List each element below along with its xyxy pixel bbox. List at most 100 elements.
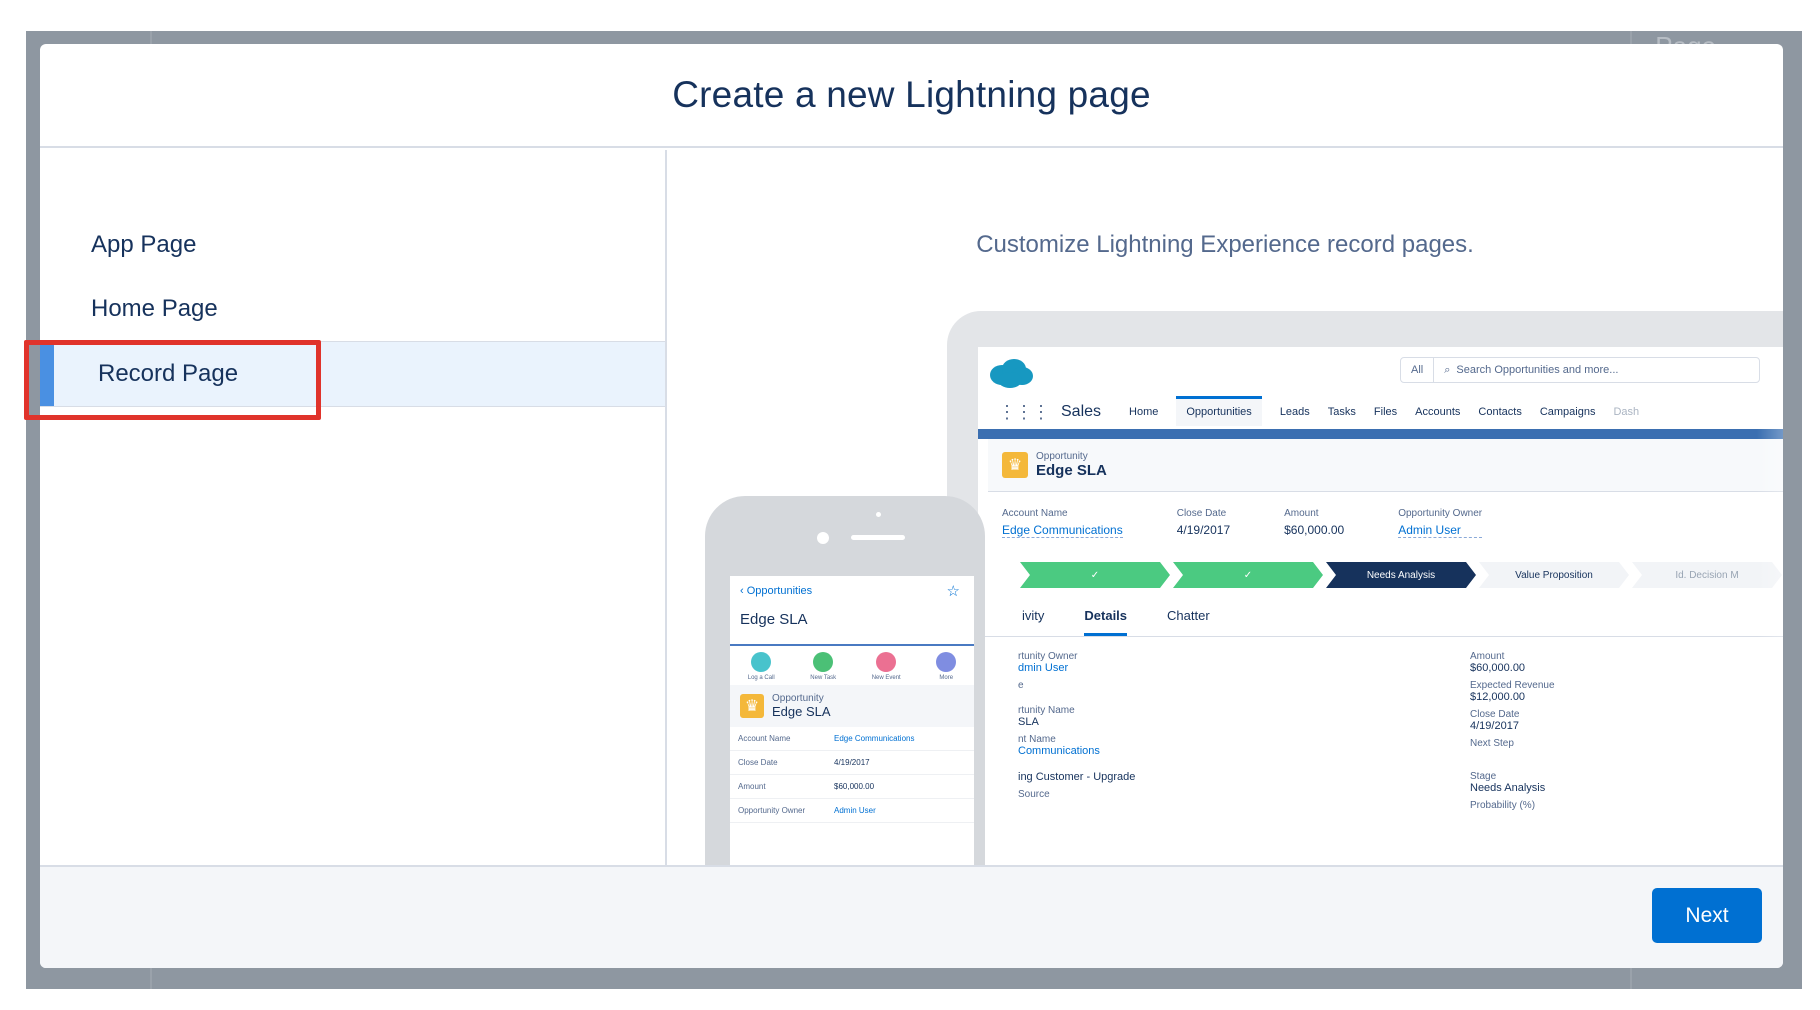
desktop-banner bbox=[978, 429, 1783, 439]
field-value: 4/19/2017 bbox=[1176, 523, 1231, 537]
new-event-icon bbox=[876, 652, 897, 672]
path-step-current: Needs Analysis bbox=[1326, 562, 1476, 588]
desktop-screen: All ⌕ Search Opportunities and more... ⋮… bbox=[978, 347, 1783, 865]
log-call-icon bbox=[751, 652, 772, 672]
field-value: $60,000.00 bbox=[1284, 523, 1345, 537]
field-label: nt Name bbox=[1018, 734, 1056, 745]
field-value: $60,000.00 bbox=[834, 782, 875, 791]
page-type-preview: Customize Lightning Experience record pa… bbox=[667, 150, 1783, 865]
highlight-field: Account Name Edge Communications bbox=[1002, 508, 1123, 538]
phone-action-new-event: New Event bbox=[872, 652, 901, 681]
detail-field: Next Step bbox=[1470, 738, 1670, 749]
next-button[interactable]: Next bbox=[1652, 888, 1762, 943]
nav-tab: Tasks bbox=[1327, 406, 1356, 418]
page-type-home-page[interactable]: Home Page bbox=[40, 276, 665, 342]
desktop-fade-overlay bbox=[1757, 347, 1783, 865]
nav-tab: Leads bbox=[1279, 406, 1310, 418]
field-label: Account Name bbox=[1002, 508, 1068, 519]
field-value: 4/19/2017 bbox=[834, 758, 870, 767]
desktop-detail-fields: rtunity Owner dmin User e rtunity Name SLA… bbox=[978, 637, 1783, 837]
nav-tab: Home bbox=[1129, 406, 1159, 418]
nav-tab: Contacts bbox=[1478, 406, 1522, 418]
detail-field: rtunity Owner dmin User bbox=[1018, 651, 1438, 674]
modal-header: Create a new Lightning page bbox=[40, 44, 1783, 148]
field-value: ing Customer - Upgrade bbox=[1018, 771, 1136, 783]
field-value: $12,000.00 bbox=[1470, 691, 1526, 703]
app-launcher-icon: ⋮⋮⋮ bbox=[998, 401, 1050, 422]
field-value: dmin User bbox=[1018, 662, 1069, 674]
detail-field: ing Customer - Upgrade bbox=[1018, 771, 1438, 783]
modal-title: Create a new Lightning page bbox=[672, 74, 1151, 115]
detail-field: Source bbox=[1018, 789, 1438, 800]
desktop-record-header: ♛ Opportunity Edge SLA bbox=[988, 439, 1783, 492]
record-name: Edge SLA bbox=[772, 704, 831, 719]
field-label: Account Name bbox=[738, 734, 791, 743]
desktop-detail-tabs: ivity Details Chatter bbox=[978, 588, 1783, 637]
search-placeholder: Search Opportunities and more... bbox=[1456, 364, 1619, 376]
detail-field: Amount $60,000.00 bbox=[1470, 651, 1670, 674]
desktop-global-search: All ⌕ Search Opportunities and more... bbox=[1400, 357, 1760, 383]
page-type-label: Home Page bbox=[91, 295, 218, 322]
action-label: Log a Call bbox=[747, 675, 775, 681]
field-label: e bbox=[1018, 680, 1024, 691]
opportunity-crown-icon: ♛ bbox=[740, 694, 764, 718]
detail-field: Expected Revenue $12,000.00 bbox=[1470, 680, 1670, 703]
action-label: More bbox=[939, 675, 954, 681]
field-label: rtunity Owner bbox=[1018, 651, 1078, 662]
detail-field: e bbox=[1018, 680, 1438, 691]
detail-tab: Chatter bbox=[1167, 608, 1210, 623]
phone-preview-illustration: ‹ Opportunities ☆ Edge SLA Log a Call Ne… bbox=[705, 496, 985, 865]
detail-field: nt Name Communications bbox=[1018, 734, 1438, 757]
field-label: Close Date bbox=[1470, 709, 1520, 720]
desktop-preview-illustration: All ⌕ Search Opportunities and more... ⋮… bbox=[947, 311, 1783, 865]
action-label: New Event bbox=[871, 675, 901, 681]
field-label: Opportunity Owner bbox=[1398, 508, 1483, 519]
field-value: Needs Analysis bbox=[1470, 782, 1546, 794]
detail-field: Stage Needs Analysis bbox=[1470, 771, 1670, 794]
desktop-highlight-fields: Account Name Edge Communications Close D… bbox=[978, 492, 1783, 548]
desktop-topbar: All ⌕ Search Opportunities and more... bbox=[978, 347, 1783, 395]
field-value: Admin User bbox=[1398, 523, 1483, 538]
create-lightning-page-modal: Create a new Lightning page App Page Hom… bbox=[40, 44, 1783, 968]
back-label: Opportunities bbox=[746, 585, 813, 597]
detail-field: Close Date 4/19/2017 bbox=[1470, 709, 1670, 732]
phone-field-row: Account Name Edge Communications bbox=[730, 727, 974, 751]
field-label: Expected Revenue bbox=[1470, 680, 1555, 691]
highlight-field: Opportunity Owner Admin User bbox=[1398, 508, 1483, 538]
phone-action-more: More bbox=[936, 652, 957, 681]
action-label: New Task bbox=[810, 675, 837, 681]
desktop-nav-bar: ⋮⋮⋮ Sales Home Opportunities Leads Tasks… bbox=[978, 395, 1783, 429]
nav-tab: Dash bbox=[1613, 406, 1640, 418]
page-type-list: App Page Home Page Record Page bbox=[40, 150, 667, 865]
field-value: $60,000.00 bbox=[1470, 662, 1526, 674]
phone-sensor bbox=[876, 512, 881, 517]
detail-tab-active: Details bbox=[1084, 608, 1128, 636]
page-type-label: App Page bbox=[91, 231, 197, 258]
record-type: Opportunity bbox=[1036, 451, 1088, 462]
phone-action-log-call: Log a Call bbox=[748, 652, 775, 681]
field-label: Stage bbox=[1470, 771, 1497, 782]
desktop-sales-path: ✓ ✓ Needs Analysis Value Proposition Id.… bbox=[978, 562, 1783, 588]
phone-camera bbox=[817, 532, 829, 544]
field-value: Communications bbox=[1018, 745, 1100, 757]
phone-screen: ‹ Opportunities ☆ Edge SLA Log a Call Ne… bbox=[730, 576, 974, 865]
phone-back-link: ‹ Opportunities bbox=[740, 585, 964, 597]
field-value: SLA bbox=[1018, 716, 1039, 728]
field-value: Edge Communications bbox=[834, 734, 915, 743]
phone-record-header: ♛ Opportunity Edge SLA bbox=[730, 685, 974, 727]
path-step-complete: ✓ bbox=[1020, 562, 1170, 588]
field-label: Amount bbox=[1284, 508, 1319, 519]
more-icon bbox=[936, 652, 957, 672]
field-label: Opportunity Owner bbox=[738, 806, 806, 815]
phone-field-row: Amount $60,000.00 bbox=[730, 775, 974, 799]
path-step: Value Proposition bbox=[1479, 562, 1629, 588]
modal-body: App Page Home Page Record Page Customize… bbox=[40, 150, 1783, 865]
detail-column-right: Amount $60,000.00 Expected Revenue $12,000… bbox=[1470, 651, 1670, 817]
page-type-app-page[interactable]: App Page bbox=[40, 212, 665, 278]
field-label: Close Date bbox=[738, 758, 778, 767]
field-label: Amount bbox=[1470, 651, 1505, 662]
star-icon: ☆ bbox=[946, 583, 960, 600]
path-step-complete: ✓ bbox=[1173, 562, 1323, 588]
nav-tab: Campaigns bbox=[1539, 406, 1596, 418]
detail-column-left: rtunity Owner dmin User e rtunity Name SLA… bbox=[1018, 651, 1438, 806]
